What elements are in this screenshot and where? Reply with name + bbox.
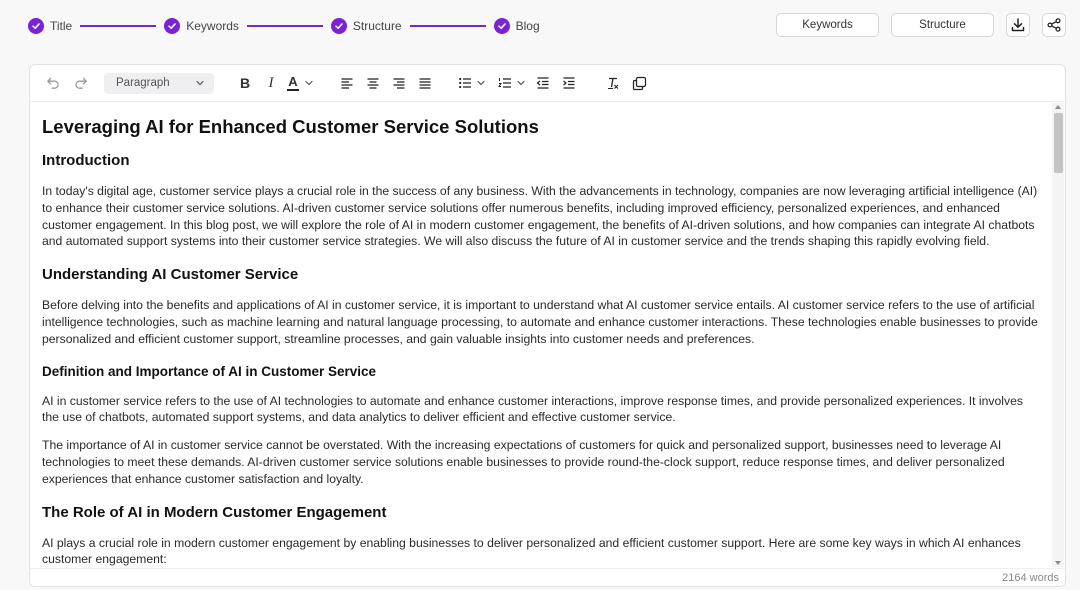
italic-button[interactable]: I <box>260 72 282 94</box>
rich-text-editor: Paragraph B I A Leveraging AI for Enhanc… <box>29 64 1066 587</box>
text-color-letter: A <box>288 73 298 89</box>
chevron-down-icon <box>196 80 204 86</box>
align-justify-icon[interactable] <box>414 72 436 94</box>
subsection-heading-definition: Definition and Importance of AI in Custo… <box>42 363 377 379</box>
section-heading-introduction: Introduction <box>42 152 130 169</box>
paragraph-understanding: Before delving into the benefits and app… <box>42 298 1038 346</box>
check-circle-icon <box>28 18 44 34</box>
check-circle-icon <box>330 18 347 34</box>
bullet-list-icon <box>459 77 471 89</box>
vertical-scrollbar[interactable] <box>1052 103 1064 567</box>
align-center-icon[interactable] <box>362 72 384 94</box>
download-icon <box>1011 18 1025 32</box>
numbered-list-button[interactable] <box>498 72 532 94</box>
editor-content[interactable]: Leveraging AI for Enhanced Customer Serv… <box>30 102 1051 568</box>
bold-button[interactable]: B <box>234 72 256 94</box>
download-button[interactable] <box>1006 13 1030 37</box>
undo-icon[interactable] <box>42 72 64 94</box>
block-format-select[interactable]: Paragraph <box>104 72 214 94</box>
step-blog[interactable]: Blog <box>493 18 540 34</box>
step-label: Title <box>50 19 73 33</box>
chevron-down-icon <box>305 80 313 86</box>
check-circle-icon <box>493 18 510 34</box>
share-button[interactable] <box>1042 13 1066 37</box>
scroll-up-arrow-icon[interactable] <box>1055 105 1061 109</box>
outdent-icon[interactable] <box>532 72 554 94</box>
numbered-list-icon <box>498 78 511 88</box>
editor-toolbar: Paragraph B I A <box>30 65 1065 102</box>
paragraph-definition-1: AI in customer service refers to the use… <box>42 393 1023 425</box>
scroll-thumb[interactable] <box>1054 113 1063 173</box>
keywords-button[interactable]: Keywords <box>776 13 879 37</box>
align-left-icon[interactable] <box>336 72 358 94</box>
text-color-button[interactable]: A <box>286 72 320 94</box>
step-keywords[interactable]: Keywords <box>164 18 239 34</box>
structure-button[interactable]: Structure <box>891 13 994 37</box>
paragraph-definition-2: The importance of AI in customer service… <box>42 438 1005 486</box>
block-format-value: Paragraph <box>116 77 170 89</box>
word-count: 2164 words <box>1002 571 1059 584</box>
redo-icon[interactable] <box>70 72 92 94</box>
indent-icon[interactable] <box>558 72 580 94</box>
step-connector <box>246 25 323 27</box>
text-color-swatch <box>287 88 299 91</box>
step-label: Structure <box>352 19 402 33</box>
chevron-down-icon <box>477 80 485 86</box>
document-title: Leveraging AI for Enhanced Customer Serv… <box>42 116 539 137</box>
paragraph-introduction: In today's digital age, customer service… <box>42 184 1038 249</box>
step-structure[interactable]: Structure <box>330 18 402 34</box>
step-label: Blog <box>515 19 540 33</box>
check-circle-icon <box>164 18 181 34</box>
clear-formatting-icon[interactable] <box>602 72 624 94</box>
top-actions: Keywords Structure <box>776 13 1066 37</box>
bullet-list-button[interactable] <box>458 72 492 94</box>
chevron-down-icon <box>517 80 525 86</box>
paragraph-role: AI plays a crucial role in modern custom… <box>42 535 1021 567</box>
step-connector <box>80 25 157 27</box>
step-label: Keywords <box>186 19 239 33</box>
step-title[interactable]: Title <box>28 18 72 34</box>
editor-status-bar: 2164 words <box>30 568 1065 586</box>
section-heading-understanding: Understanding AI Customer Service <box>42 266 299 284</box>
progress-stepper: Title Keywords Structure Blog <box>28 17 540 35</box>
align-right-icon[interactable] <box>388 72 410 94</box>
step-connector <box>409 25 486 27</box>
copy-icon[interactable] <box>628 72 650 94</box>
share-icon <box>1047 18 1061 32</box>
section-heading-role: The Role of AI in Modern Customer Engage… <box>42 503 387 521</box>
scroll-down-arrow-icon[interactable] <box>1055 561 1061 565</box>
